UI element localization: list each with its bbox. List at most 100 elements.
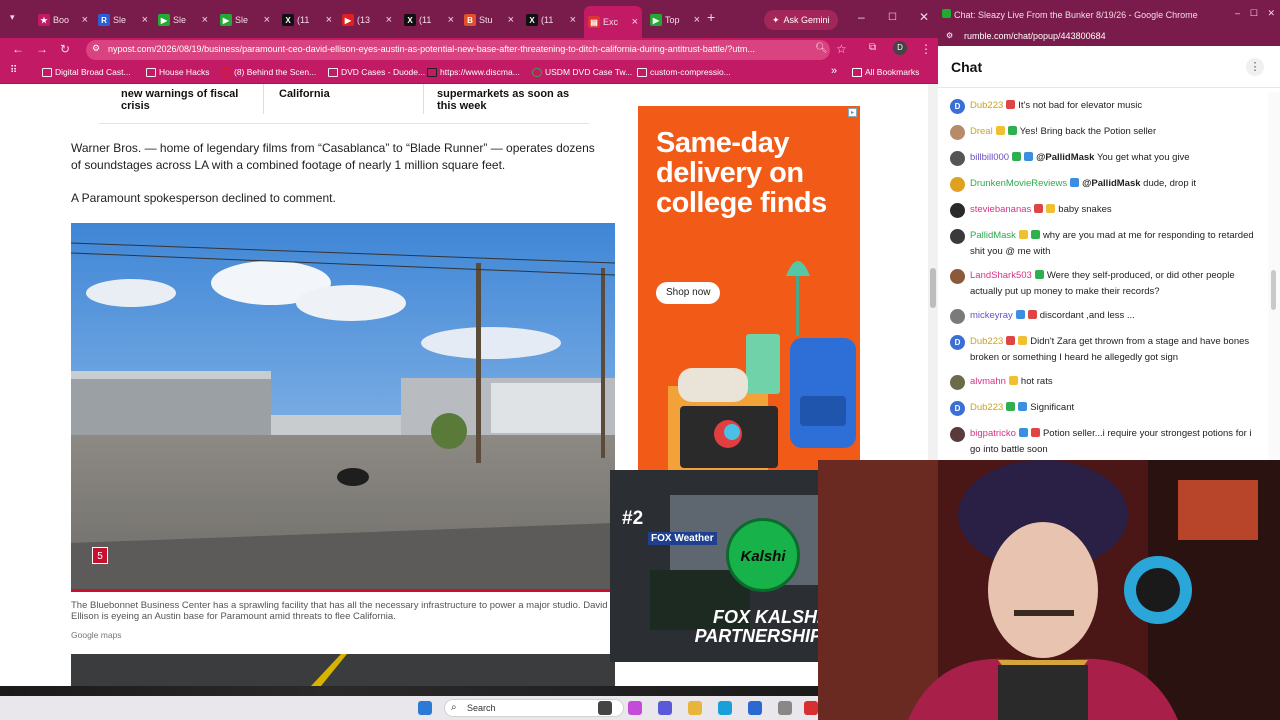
forward-arrow-icon[interactable]: → [36,42,48,56]
browser-tab[interactable]: ▶ Top × [646,8,704,32]
chat-avatar[interactable]: D [950,401,965,416]
minimize-button[interactable]: – [858,10,865,24]
chat-scroll-thumb[interactable] [1271,270,1276,310]
browser-tab[interactable]: X (11 × [400,8,458,32]
all-bookmarks-item[interactable]: All Bookmarks [852,67,919,77]
chat-avatar[interactable] [950,229,965,244]
close-window-button[interactable]: ✕ [919,10,929,24]
tab-close-icon[interactable]: × [142,14,148,26]
teams-icon[interactable] [658,701,672,715]
reload-icon[interactable]: ↻ [60,42,70,56]
chat-options-icon[interactable]: ⋮ [1246,58,1264,76]
windows-start-icon[interactable] [418,701,432,715]
bookmark-item[interactable]: (8) Behind the Scen... [221,67,316,77]
bookmark-item[interactable]: House Hacks [146,67,210,77]
extensions-icon[interactable]: ⧉ [869,42,876,53]
tab-close-icon[interactable]: × [448,14,454,26]
bookmark-item[interactable]: https://www.discma... [427,67,520,77]
chat-username[interactable]: Dub223 [970,336,1003,347]
ad-choices-icon[interactable]: ▸ [848,108,857,117]
edge-icon[interactable] [718,701,732,715]
chat-username[interactable]: Dub223 [970,402,1003,413]
new-tab-button[interactable]: + [707,9,715,25]
file-explorer-icon[interactable] [688,701,702,715]
chat-username[interactable]: billbill000 [970,152,1009,163]
article-photo[interactable] [71,223,615,589]
page-scroll-thumb[interactable] [930,268,936,308]
chat-username[interactable]: steviebananas [970,204,1031,215]
chat-username[interactable]: Dub223 [970,100,1003,111]
chat-mention[interactable]: @PallidMask [1082,178,1140,189]
back-arrow-icon[interactable]: ← [12,42,24,56]
browser-tab[interactable]: ▶ Sle × [154,8,212,32]
store-icon[interactable] [748,701,762,715]
advertisement[interactable]: ▸ Same-day delivery on college finds Sho… [638,106,860,472]
chat-avatar[interactable] [950,269,965,284]
apps-grid-icon[interactable]: ⠿ [10,65,17,76]
task-view-icon[interactable] [598,701,612,715]
app-icon[interactable] [804,701,818,715]
chat-maximize-button[interactable]: ☐ [1250,8,1258,19]
browser-tab[interactable]: R Sle × [94,8,152,32]
chat-avatar[interactable] [950,125,965,140]
chat-mention[interactable]: @PallidMask [1036,152,1094,163]
tab-close-icon[interactable]: × [326,14,332,26]
maximize-button[interactable]: ☐ [888,12,897,23]
chat-avatar[interactable] [950,309,965,324]
chat-username[interactable]: bigpatricko [970,428,1016,439]
chat-username[interactable]: PallidMask [970,230,1016,241]
tab-close-icon[interactable]: × [570,14,576,26]
related-story-3[interactable]: supermarkets as soon as this week [437,88,577,126]
tab-close-icon[interactable]: × [694,14,700,26]
chat-avatar[interactable] [950,177,965,192]
browser-tab[interactable]: ▤ Exc × [584,6,642,38]
browser-menu-icon[interactable]: ⋮ [920,42,932,56]
bookmark-item[interactable]: USDM DVD Case Tw... [532,67,632,77]
copilot-icon[interactable] [628,701,642,715]
site-info-icon[interactable]: ⚙ [92,43,100,54]
chat-username[interactable]: alvmahn [970,376,1006,387]
chat-username[interactable]: Dreal [970,126,993,137]
tab-search-chevron-icon[interactable]: ▾ [10,12,15,23]
related-story-2[interactable]: California [279,88,419,126]
taskbar-search-box[interactable]: ⌕ Search [444,699,624,717]
bookmark-item[interactable]: custom-compressio... [637,67,731,77]
tab-bar: ▾ ★ Boo × R Sle × ▶ Sle × ▶ Sle × X (11 × ▶ (13 × X (11 × B St… [0,0,938,38]
browser-tab[interactable]: B Stu × [460,8,518,32]
chat-avatar[interactable] [950,151,965,166]
slide-number-badge[interactable]: 5 [92,547,108,564]
ask-gemini-button[interactable]: ✦ Ask Gemini [764,10,838,30]
bookmarks-overflow-icon[interactable]: » [831,65,837,77]
related-story-1[interactable]: new warnings of fiscal crisis [121,88,251,126]
bookmark-item[interactable]: Digital Broad Cast... [42,67,131,77]
bookmark-star-icon[interactable]: ☆ [836,42,847,56]
zoom-icon[interactable]: 🔍︎ [815,43,828,54]
chat-close-button[interactable]: ✕ [1267,8,1275,19]
browser-tab[interactable]: ▶ Sle × [216,8,274,32]
chat-username[interactable]: DrunkenMovieReviews [970,178,1067,189]
address-bar[interactable]: ⚙ nypost.com/2026/08/19/business/paramou… [86,40,830,60]
browser-tab[interactable]: ★ Boo × [34,8,92,32]
profile-avatar[interactable]: D [893,41,907,55]
chat-avatar[interactable]: D [950,99,965,114]
chat-minimize-button[interactable]: – [1235,8,1240,18]
tab-close-icon[interactable]: × [82,14,88,26]
tab-close-icon[interactable]: × [386,14,392,26]
chat-avatar[interactable] [950,427,965,442]
tab-close-icon[interactable]: × [264,14,270,26]
tab-close-icon[interactable]: × [508,14,514,26]
chat-avatar[interactable] [950,375,965,390]
chat-username[interactable]: mickeyray [970,310,1013,321]
tab-close-icon[interactable]: × [202,14,208,26]
chat-avatar[interactable] [950,203,965,218]
chat-avatar[interactable]: D [950,335,965,350]
tab-close-icon[interactable]: × [632,16,638,28]
browser-tab[interactable]: X (11 × [278,8,336,32]
app-icon[interactable] [778,701,792,715]
browser-tab[interactable]: ▶ (13 × [338,8,396,32]
tab-favicon-icon: ▶ [158,14,170,26]
browser-tab[interactable]: X (11 × [522,8,580,32]
bookmark-item[interactable]: DVD Cases - Duode... [328,67,425,77]
chat-address-bar[interactable]: ⚙ rumble.com/chat/popup/443800684 [938,28,1280,46]
chat-username[interactable]: LandShark503 [970,270,1032,281]
